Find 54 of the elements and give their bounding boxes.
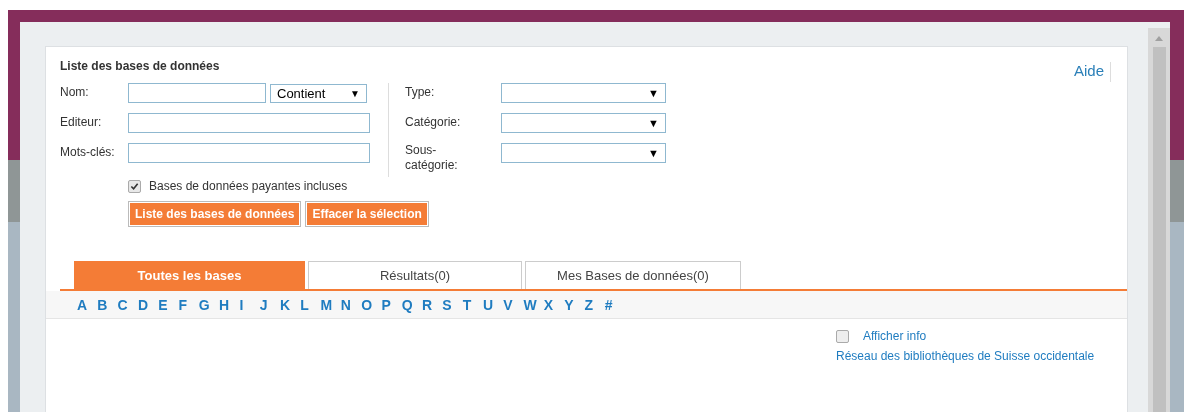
letter-link[interactable]: H (219, 296, 240, 313)
field-label: Nom: (60, 84, 90, 99)
letter-link[interactable]: U (482, 296, 504, 313)
name-field[interactable] (128, 83, 266, 103)
letter-link[interactable]: J (259, 296, 280, 313)
field-label: Mots-clés: (60, 144, 116, 159)
letter-link[interactable]: G (198, 296, 220, 313)
network-link[interactable]: Réseau des bibliothèques de Suisse occidentale (836, 349, 1095, 363)
scrollbar[interactable] (1148, 28, 1170, 412)
checkbox-label: Bases de données payantes incluses (149, 179, 348, 193)
field-label: Editeur: (60, 114, 103, 129)
help-link[interactable]: Aide (1073, 62, 1111, 82)
scroll-up-arrow-icon[interactable] (1155, 36, 1163, 41)
action-button[interactable]: Effacer la sélection (305, 201, 429, 227)
checkbox[interactable] (128, 179, 141, 193)
letter-link[interactable]: X (543, 296, 565, 313)
tab[interactable]: Résultats(0) (308, 261, 522, 289)
letter-link[interactable]: I (239, 296, 260, 313)
select-dropdown[interactable]: ▼ (501, 83, 666, 103)
text-field[interactable] (128, 113, 370, 133)
match-mode-dropdown[interactable]: Contient ▼ (270, 84, 367, 103)
letter-link[interactable]: N (340, 296, 362, 313)
tab[interactable]: Toutes les bases (74, 261, 305, 289)
letter-link[interactable]: V (503, 296, 524, 313)
text-field[interactable] (128, 143, 370, 163)
action-button[interactable]: Liste des bases de données (128, 201, 302, 227)
checkbox[interactable] (836, 329, 849, 343)
letter-link[interactable]: P (381, 296, 402, 313)
panel-title: Liste des bases de données (60, 59, 221, 73)
select-dropdown[interactable]: ▼ (501, 143, 666, 163)
letter-link[interactable]: E (158, 296, 179, 313)
info-toggle-link[interactable]: Afficher info (863, 329, 927, 343)
letter-link[interactable]: Y (564, 296, 585, 313)
select-dropdown[interactable]: ▼ (501, 113, 666, 133)
field-label: Sous-catégorie: (405, 143, 459, 173)
letter-link[interactable]: O (361, 296, 382, 313)
tab[interactable]: Mes Bases de données(0) (525, 261, 741, 289)
letter-link[interactable]: A (77, 296, 98, 313)
letter-link[interactable]: K (279, 296, 301, 313)
letter-link[interactable]: # (604, 296, 625, 313)
letter-link[interactable]: F (178, 296, 199, 313)
letter-link[interactable]: Z (584, 296, 605, 313)
letter-link[interactable]: D (137, 296, 159, 313)
letter-link[interactable]: M (320, 296, 341, 313)
field-label: Type: (405, 84, 436, 99)
letter-link[interactable]: R (422, 296, 443, 313)
letter-link[interactable]: W (523, 296, 544, 313)
letter-link[interactable]: L (300, 296, 321, 313)
letter-link[interactable]: S (442, 296, 463, 313)
letter-link[interactable]: C (117, 296, 138, 313)
letter-link[interactable]: T (462, 296, 483, 313)
field-label: Catégorie: (405, 114, 462, 129)
letter-link[interactable]: Q (401, 296, 423, 313)
letter-link[interactable]: B (97, 296, 118, 313)
